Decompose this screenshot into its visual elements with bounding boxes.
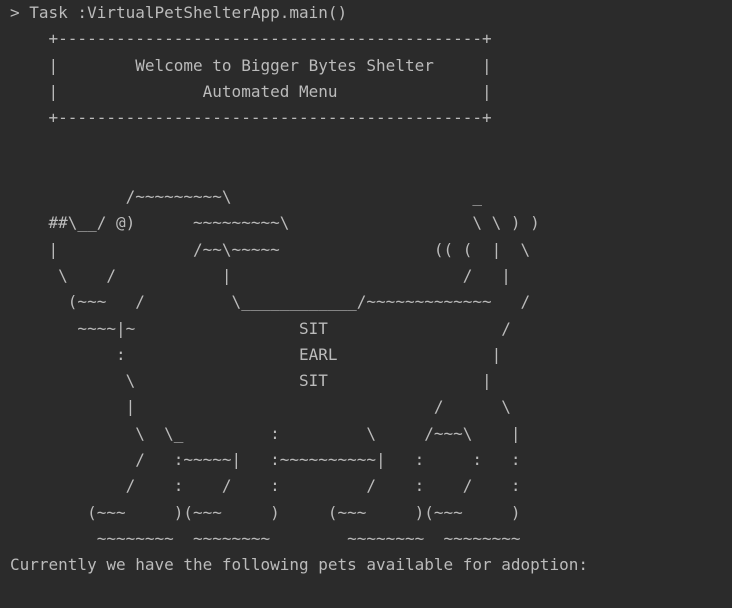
- ascii-art-line: /~~~~~~~~~\ _: [10, 187, 483, 207]
- header-box-welcome: | Welcome to Bigger Bytes Shelter |: [10, 55, 492, 75]
- ascii-art-line: / : / : / : / :: [10, 476, 521, 496]
- adoption-line: Currently we have the following pets ava…: [10, 555, 588, 575]
- ascii-art-line: : EARL |: [10, 344, 502, 364]
- ascii-art-line: \ / | / |: [10, 265, 511, 285]
- ascii-art-line: [10, 131, 588, 157]
- header-box-menu-title: | Automated Menu |: [10, 81, 492, 101]
- task-line: > Task :VirtualPetShelterApp.main(): [10, 3, 348, 22]
- ascii-art-line: / :~~~~~| :~~~~~~~~~~| : : :: [10, 450, 521, 470]
- ascii-art-line: | /~~\~~~~~ (( ( | \: [10, 239, 531, 259]
- header-box-top-border: +---------------------------------------…: [10, 29, 492, 49]
- ascii-art-line: | / \: [10, 397, 511, 417]
- ascii-art-line: (~~~ / \____________/~~~~~~~~~~~~~ /: [10, 292, 531, 312]
- run-console: > Task :VirtualPetShelterApp.main() +---…: [0, 0, 732, 608]
- console-output: > Task :VirtualPetShelterApp.main() +---…: [10, 0, 588, 579]
- ascii-art-line: [10, 158, 588, 184]
- ascii-art-line: \ \_ : \ /~~~\ |: [10, 423, 521, 443]
- ascii-art-line: \ SIT |: [10, 371, 492, 391]
- header-box-bottom-border: +---------------------------------------…: [10, 108, 492, 128]
- ascii-art-line: ~~~~|~ SIT /: [10, 318, 511, 338]
- ascii-art-line: (~~~ )(~~~ ) (~~~ )(~~~ ): [10, 502, 521, 522]
- ascii-art-line: ~~~~~~~~ ~~~~~~~~ ~~~~~~~~ ~~~~~~~~: [10, 528, 521, 548]
- ascii-art-line: ##\__/ @) ~~~~~~~~~\ \ \ ) ): [10, 213, 540, 233]
